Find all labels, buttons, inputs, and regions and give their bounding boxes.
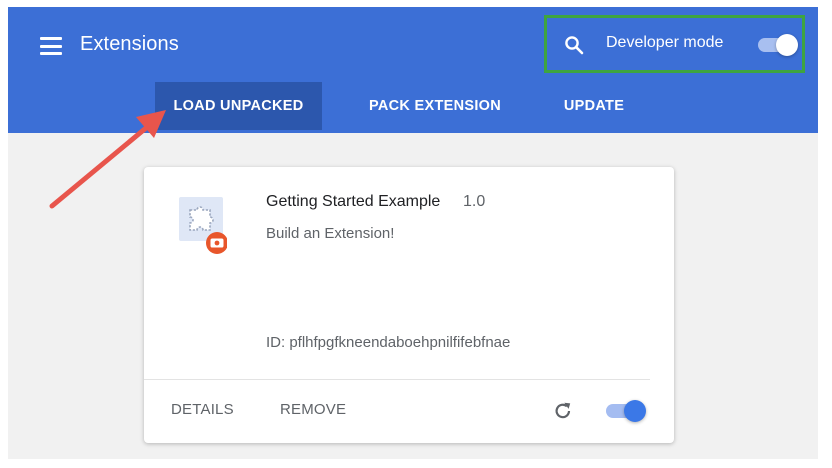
remove-button[interactable]: REMOVE — [280, 401, 346, 418]
extension-name: Getting Started Example — [266, 193, 441, 210]
extensions-window: Extensions Developer mode LOAD UNPACKED … — [8, 7, 818, 459]
extension-version: 1.0 — [463, 193, 486, 210]
extension-id: ID: pflhfpgfkneendaboehpnilfifebfnae — [266, 334, 511, 351]
reload-icon[interactable] — [552, 400, 574, 422]
camera-badge-icon — [206, 232, 227, 254]
menu-icon[interactable] — [40, 37, 62, 55]
developer-mode-label: Developer mode — [606, 34, 724, 51]
puzzle-piece-icon — [179, 197, 227, 254]
developer-mode-toggle[interactable] — [756, 34, 798, 56]
details-button[interactable]: DETAILS — [171, 401, 234, 418]
page-title: Extensions — [80, 33, 179, 55]
load-unpacked-button[interactable]: LOAD UNPACKED — [155, 82, 322, 130]
search-icon[interactable] — [564, 35, 584, 55]
extension-card: Getting Started Example 1.0 Build an Ext… — [144, 167, 674, 443]
extension-enable-toggle[interactable] — [604, 400, 646, 422]
pack-extension-button[interactable]: PACK EXTENSION — [350, 82, 520, 130]
update-button[interactable]: UPDATE — [542, 82, 646, 130]
card-divider — [144, 379, 650, 380]
extension-description: Build an Extension! — [266, 225, 395, 242]
extensions-header: Extensions Developer mode LOAD UNPACKED … — [8, 7, 818, 133]
